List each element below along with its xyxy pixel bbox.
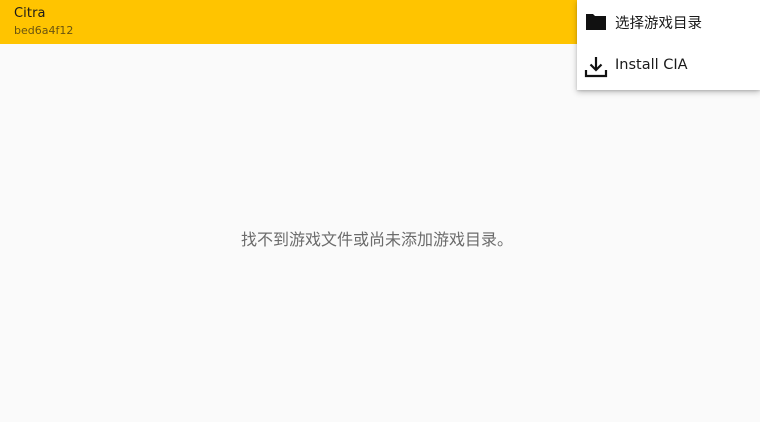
folder-icon (584, 10, 608, 34)
menu-item-label: 选择游戏目录 (615, 16, 702, 32)
app-title: Citra (14, 6, 46, 21)
app-subtitle: bed6a4f12 (14, 24, 74, 37)
overflow-menu: 选择游戏目录 Install CIA (577, 0, 760, 90)
empty-game-list-message: 找不到游戏文件或尚未添加游戏目录。 (240, 230, 513, 249)
menu-item-select-game-folder[interactable]: 选择游戏目录 (577, 0, 760, 45)
download-icon (584, 55, 608, 79)
app-window: Citra bed6a4f12 找不到游戏文件或尚未添加游戏目录。 选择游戏目录… (0, 0, 760, 422)
menu-item-label: Install CIA (615, 57, 688, 73)
menu-item-install-cia[interactable]: Install CIA (577, 45, 760, 90)
